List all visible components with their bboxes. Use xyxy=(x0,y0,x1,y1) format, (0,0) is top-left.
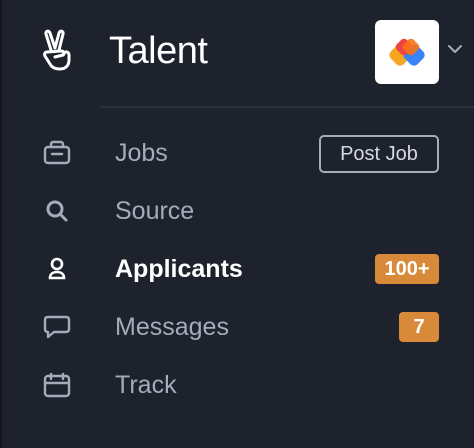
message-icon xyxy=(43,315,71,339)
sidebar-item-label: Applicants xyxy=(115,255,243,283)
victory-hand-icon[interactable] xyxy=(38,28,78,72)
company-logo-icon xyxy=(375,20,439,84)
search-icon xyxy=(46,200,68,222)
post-job-button[interactable]: Post Job xyxy=(319,135,439,173)
sidebar-item-label: Source xyxy=(115,197,195,225)
sidebar-header: Talent xyxy=(2,0,474,106)
sidebar-item-label: Jobs xyxy=(115,139,168,167)
sidebar: Talent Jobs Post Job Source Applicants 1… xyxy=(0,0,474,448)
sidebar-item-applicants[interactable]: Applicants 100+ xyxy=(2,244,474,294)
chevron-down-icon[interactable] xyxy=(446,40,464,58)
app-title: Talent xyxy=(109,30,208,72)
sidebar-item-source[interactable]: Source xyxy=(2,186,474,236)
sidebar-item-label: Messages xyxy=(115,313,229,341)
applicants-count-badge: 100+ xyxy=(375,254,439,284)
briefcase-icon xyxy=(43,140,71,165)
sidebar-item-messages[interactable]: Messages 7 xyxy=(2,302,474,352)
sidebar-item-track[interactable]: Track xyxy=(2,360,474,410)
header-divider xyxy=(100,106,474,108)
messages-count-badge: 7 xyxy=(399,312,439,342)
company-switcher[interactable] xyxy=(375,20,474,84)
calendar-icon xyxy=(43,372,71,398)
person-icon xyxy=(48,257,66,280)
sidebar-item-jobs[interactable]: Jobs Post Job xyxy=(2,128,474,178)
sidebar-item-label: Track xyxy=(115,371,177,399)
